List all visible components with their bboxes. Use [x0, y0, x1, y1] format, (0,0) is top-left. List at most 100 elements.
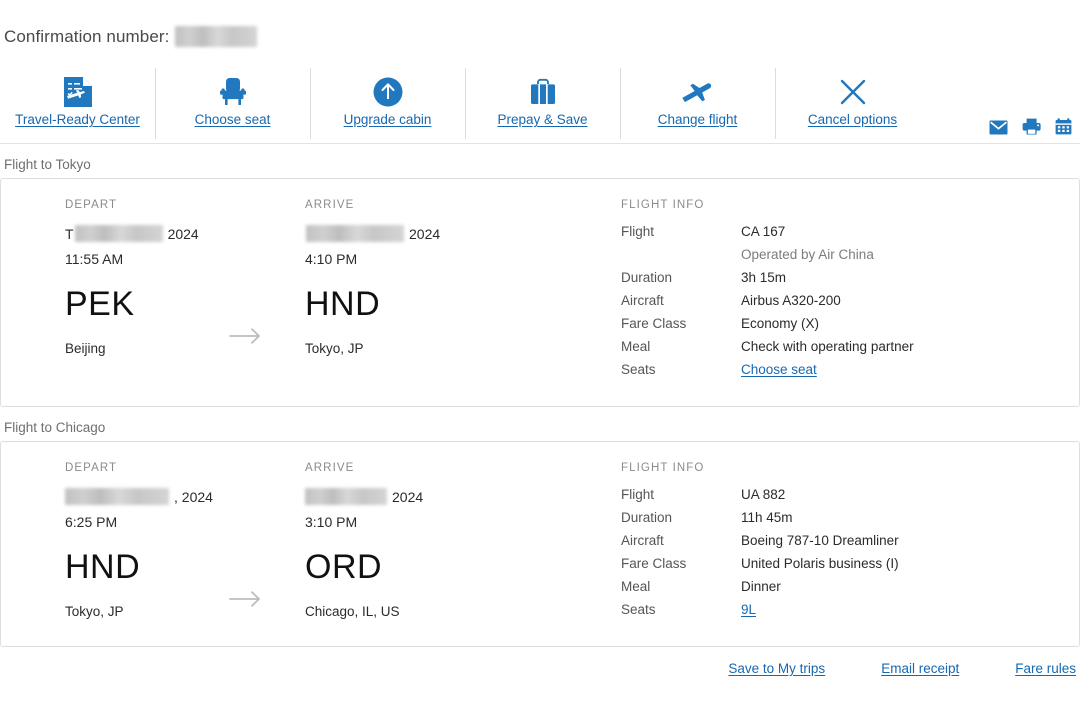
info-value-fare-class: United Polaris business (I): [741, 556, 899, 571]
email-receipt-link[interactable]: Email receipt: [881, 661, 959, 676]
info-label-aircraft: Aircraft: [621, 293, 664, 308]
arrive-date-year: 2024: [392, 488, 424, 505]
flight-1-info: FLIGHT INFO Flight CA 167 Operated by Ai…: [621, 199, 1079, 384]
arrive-date-redacted: [306, 225, 404, 242]
arrive-date: 2024: [305, 486, 545, 507]
confirmation-header: Confirmation number:: [0, 0, 1080, 52]
info-value-aircraft: Airbus A320-200: [741, 293, 841, 308]
toolbar-item-label: Travel-Ready Center: [15, 112, 140, 127]
info-label-fare-class: Fare Class: [621, 316, 687, 331]
arrive-time: 3:10 PM: [305, 514, 358, 530]
flight-card-2: DEPART , 2024 6:25 PM HND Tokyo, JP ARRI…: [0, 441, 1080, 647]
toolbar-item-travel-ready-center[interactable]: Travel-Ready Center: [0, 70, 155, 143]
print-icon[interactable]: [1022, 118, 1041, 135]
info-row-seats: Seats 9L: [621, 601, 899, 624]
save-to-my-trips-link[interactable]: Save to My trips: [728, 661, 825, 676]
info-label-flight: Flight: [621, 487, 655, 502]
suitcase-icon: [526, 72, 560, 112]
toolbar-item-label: Change flight: [657, 112, 738, 127]
info-row-duration: Duration 3h 15m: [621, 269, 914, 292]
info-row-fare-class: Fare Class Economy (X): [621, 315, 914, 338]
upgrade-arrow-circle-icon: [372, 72, 404, 112]
info-label-duration: Duration: [621, 270, 673, 285]
flight-2-arrive: ARRIVE 2024 3:10 PM ORD Chicago, IL, US: [305, 462, 545, 624]
info-row-meal: Meal Dinner: [621, 578, 899, 601]
info-value-flight: CA 167: [741, 224, 786, 239]
flight-2-depart: DEPART , 2024 6:25 PM HND Tokyo, JP: [65, 462, 305, 624]
arrive-date: 2024: [305, 223, 545, 244]
toolbar-item-label: Upgrade cabin: [343, 112, 432, 127]
confirmation-label: Confirmation number:: [4, 27, 170, 46]
toolbar-item-choose-seat[interactable]: Choose seat: [155, 68, 310, 143]
info-value-duration: 3h 15m: [741, 270, 787, 285]
arrive-date-redacted: [305, 488, 387, 505]
depart-date: T 2024: [65, 223, 305, 244]
info-row-fare-class: Fare Class United Polaris business (I): [621, 555, 899, 578]
info-row-seats: Seats Choose seat: [621, 361, 914, 384]
calendar-icon[interactable]: [1055, 118, 1072, 135]
toolbar-item-label: Choose seat: [194, 112, 271, 127]
travel-ready-document-icon: [63, 72, 93, 112]
section-title-flight-2: Flight to Chicago: [4, 420, 106, 435]
depart-date-redacted: [74, 225, 163, 242]
depart-heading: DEPART: [65, 199, 118, 211]
flight-2-info: FLIGHT INFO Flight UA 882 Duration 11h 4…: [621, 462, 1079, 624]
arrive-heading: ARRIVE: [305, 462, 355, 474]
flight-info-heading: FLIGHT INFO: [621, 462, 705, 474]
info-label-meal: Meal: [621, 579, 651, 594]
flight-card-1: DEPART T 2024 11:55 AM PEK Beijing ARRIV…: [0, 178, 1080, 407]
toolbar-mini-actions: [989, 118, 1080, 143]
toolbar-item-cancel-options[interactable]: Cancel options: [775, 68, 930, 143]
flight-1-arrive: ARRIVE 2024 4:10 PM HND Tokyo, JP: [305, 199, 545, 384]
info-row-aircraft: Aircraft Airbus A320-200: [621, 292, 914, 315]
toolbar-item-label: Cancel options: [807, 112, 898, 127]
depart-time: 6:25 PM: [65, 514, 118, 530]
depart-heading: DEPART: [65, 462, 118, 474]
info-row-duration: Duration 11h 45m: [621, 509, 899, 532]
depart-date-year: , 2024: [174, 488, 213, 505]
info-label-seats: Seats: [621, 602, 656, 617]
footer-links: Save to My trips Email receipt Fare rule…: [0, 649, 1080, 676]
seat-assignment-link[interactable]: 9L: [741, 602, 756, 617]
email-icon[interactable]: [989, 120, 1008, 135]
info-value-fare-class: Economy (X): [741, 316, 820, 331]
toolbar-item-label: Prepay & Save: [497, 112, 588, 127]
info-value-meal: Check with operating partner: [741, 339, 914, 354]
info-value-duration: 11h 45m: [741, 510, 793, 525]
section-title-flight-1: Flight to Tokyo: [4, 157, 91, 172]
arrive-time: 4:10 PM: [305, 251, 358, 267]
airplane-icon: [678, 72, 718, 112]
fare-rules-link[interactable]: Fare rules: [1015, 661, 1076, 676]
flight-1-depart: DEPART T 2024 11:55 AM PEK Beijing: [65, 199, 305, 384]
choose-seat-link[interactable]: Choose seat: [741, 362, 817, 377]
depart-airport-code: HND: [65, 548, 141, 586]
depart-city: Beijing: [65, 341, 106, 356]
depart-date-redacted: [65, 488, 169, 505]
depart-date-prefix: T: [65, 225, 74, 242]
flight-2-route: DEPART , 2024 6:25 PM HND Tokyo, JP ARRI…: [1, 462, 621, 624]
info-label-seats: Seats: [621, 362, 656, 377]
depart-date-year: 2024: [167, 225, 199, 242]
close-x-icon: [838, 72, 868, 112]
info-label-aircraft: Aircraft: [621, 533, 664, 548]
flight-1-route: DEPART T 2024 11:55 AM PEK Beijing ARRIV…: [1, 199, 621, 384]
info-value-aircraft: Boeing 787-10 Dreamliner: [741, 533, 899, 548]
arrive-date-year: 2024: [409, 225, 441, 242]
toolbar-item-upgrade-cabin[interactable]: Upgrade cabin: [310, 68, 465, 143]
arrive-airport-code: ORD: [305, 548, 383, 586]
info-label-empty: [621, 246, 741, 269]
action-toolbar: Travel-Ready Center Choose seat Upgrade …: [0, 68, 1080, 144]
flight-info-heading: FLIGHT INFO: [621, 199, 705, 211]
info-label-duration: Duration: [621, 510, 673, 525]
info-row-aircraft: Aircraft Boeing 787-10 Dreamliner: [621, 532, 899, 555]
toolbar-item-change-flight[interactable]: Change flight: [620, 68, 775, 143]
info-row-operated-by: Operated by Air China: [621, 246, 914, 269]
depart-date: , 2024: [65, 486, 305, 507]
info-label-fare-class: Fare Class: [621, 556, 687, 571]
arrive-heading: ARRIVE: [305, 199, 355, 211]
info-value-operated-by: Operated by Air China: [741, 247, 874, 262]
info-row-flight: Flight CA 167: [621, 223, 914, 246]
depart-time: 11:55 AM: [65, 251, 124, 267]
toolbar-item-prepay-and-save[interactable]: Prepay & Save: [465, 68, 620, 143]
